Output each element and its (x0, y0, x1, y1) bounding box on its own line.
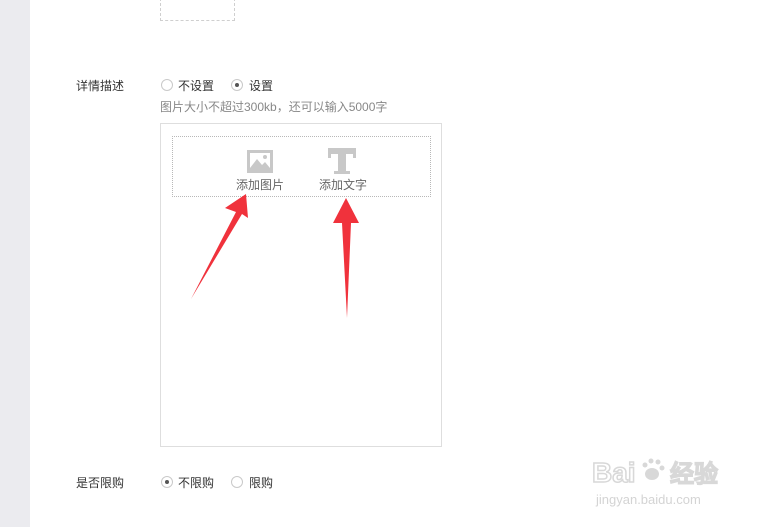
watermark-url: jingyan.baidu.com (595, 492, 701, 507)
add-text-button[interactable]: 添加文字 (316, 145, 372, 193)
radio-setting[interactable] (231, 79, 243, 91)
baidu-jingyan-watermark: Bai 经验 jingyan.baidu.com (590, 452, 740, 515)
upload-box-partial[interactable] (160, 0, 235, 21)
radio-setting-label[interactable]: 设置 (249, 77, 273, 94)
svg-text:经验: 经验 (670, 460, 718, 488)
radio-no-limit[interactable] (161, 476, 173, 488)
add-text-label: 添加文字 (319, 178, 368, 192)
left-sidebar-strip (0, 0, 30, 527)
radio-no-setting[interactable] (161, 79, 173, 91)
image-icon (247, 150, 273, 173)
add-image-label: 添加图片 (236, 178, 285, 192)
detail-description-label: 详情描述 (76, 79, 125, 93)
baidu-paw-logo: Bai 经验 jingyan.baidu.com (591, 456, 718, 507)
radio-no-setting-label[interactable]: 不设置 (178, 77, 214, 94)
add-image-button[interactable]: 添加图片 (232, 145, 288, 193)
radio-no-limit-label[interactable]: 不限购 (178, 474, 214, 491)
purchase-limit-label: 是否限购 (76, 476, 125, 490)
detail-hint-text: 图片大小不超过300kb，还可以输入5000字 (160, 100, 388, 114)
text-t-icon (328, 148, 356, 174)
radio-limit[interactable] (231, 476, 243, 488)
svg-text:Bai: Bai (592, 457, 636, 488)
editor-toolbar (172, 136, 431, 197)
radio-limit-label[interactable]: 限购 (249, 474, 273, 491)
